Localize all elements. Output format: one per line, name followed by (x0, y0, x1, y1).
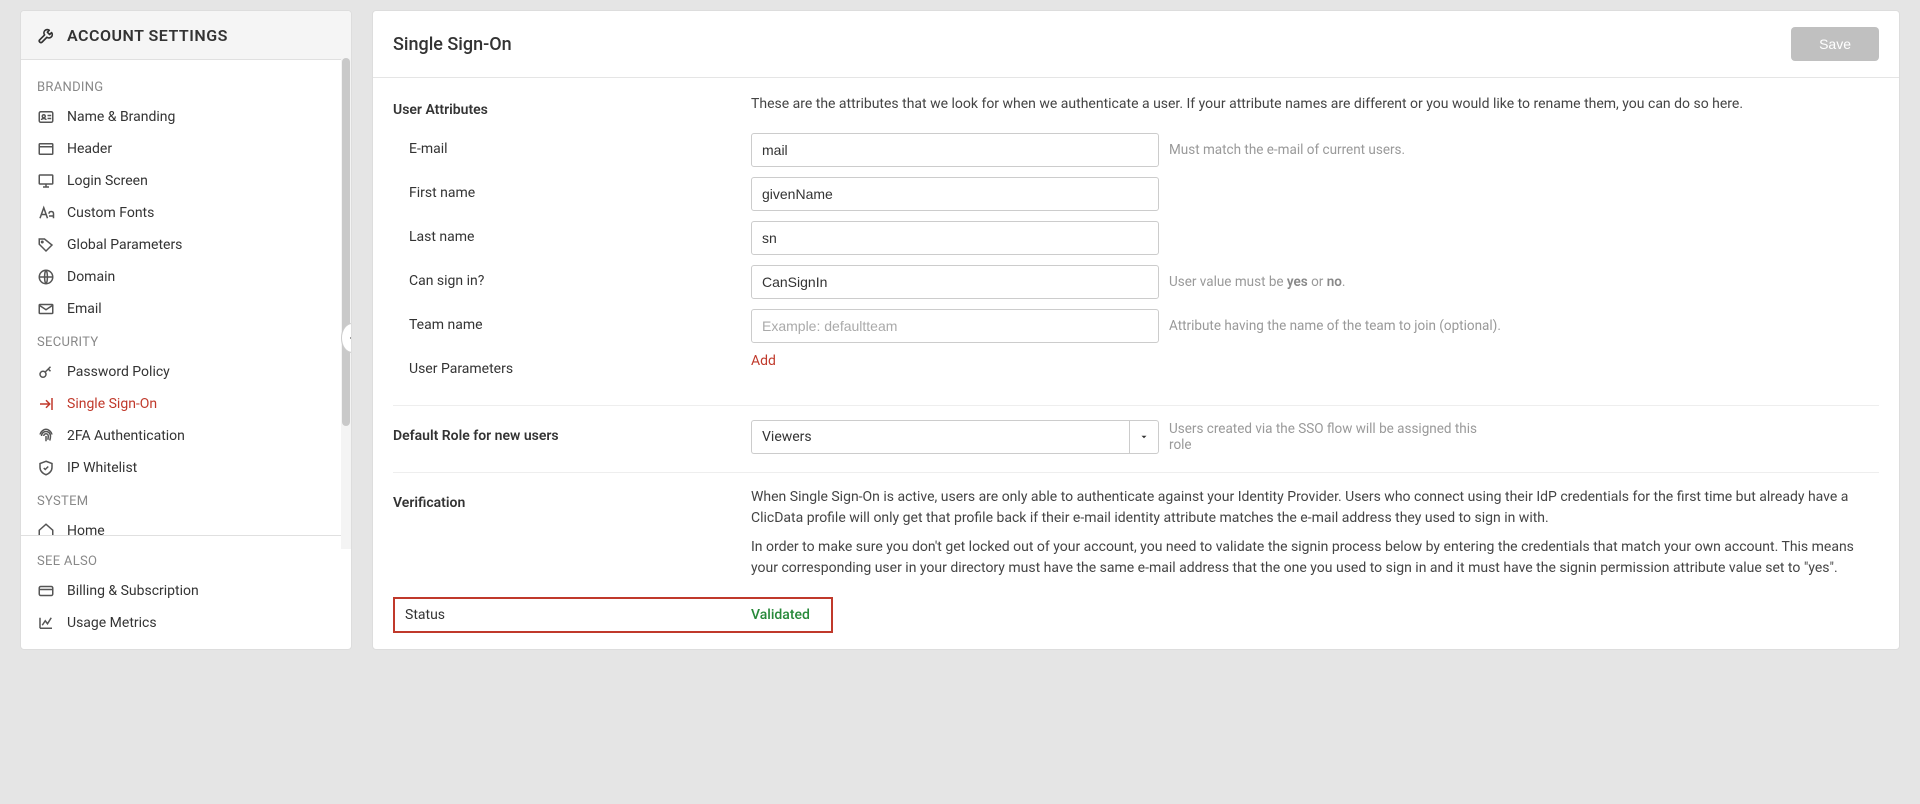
last-name-attribute-input[interactable] (751, 221, 1159, 255)
first-name-label: First name (393, 177, 751, 201)
layout-header-icon (37, 140, 55, 158)
sidebar-item-single-sign-on[interactable]: Single Sign-On (21, 388, 351, 420)
main-panel: Single Sign-On Save User Attributes Thes… (372, 10, 1900, 650)
can-sign-in-hint: User value must be yes or no. (1169, 274, 1345, 290)
group-system-label: SYSTEM (21, 484, 351, 515)
default-role-select[interactable]: Viewers (751, 420, 1159, 454)
user-parameters-label: User Parameters (393, 353, 751, 377)
team-name-hint: Attribute having the name of the team to… (1169, 318, 1501, 334)
email-label: E-mail (393, 133, 751, 157)
default-role-value: Viewers (751, 420, 1129, 454)
shield-check-icon (37, 459, 55, 477)
status-label: Status (405, 607, 751, 623)
main-header: Single Sign-On Save (373, 11, 1899, 78)
sidebar-item-global-parameters[interactable]: Global Parameters (21, 229, 351, 261)
mail-icon (37, 300, 55, 318)
sidebar-item-label: Usage Metrics (67, 615, 157, 631)
sidebar-item-home[interactable]: Home (21, 515, 351, 535)
sidebar-body: BRANDING Name & Branding Header Login Sc… (21, 60, 351, 535)
fingerprint-icon (37, 427, 55, 445)
user-attributes-description: These are the attributes that we look fo… (751, 94, 1743, 115)
monitor-icon (37, 172, 55, 190)
status-row: Status Validated (393, 597, 833, 633)
status-value: Validated (751, 607, 810, 623)
sidebar-item-label: Email (67, 301, 102, 317)
sidebar-item-name-branding[interactable]: Name & Branding (21, 101, 351, 133)
chart-line-icon (37, 614, 55, 632)
verification-p1: When Single Sign-On is active, users are… (751, 487, 1879, 529)
save-button[interactable]: Save (1791, 27, 1879, 61)
id-card-icon (37, 108, 55, 126)
can-sign-in-label: Can sign in? (393, 265, 751, 289)
sidebar-item-custom-fonts[interactable]: Custom Fonts (21, 197, 351, 229)
credit-card-icon (37, 582, 55, 600)
group-security-label: SECURITY (21, 325, 351, 356)
login-arrow-icon (37, 395, 55, 413)
last-name-label: Last name (393, 221, 751, 245)
sidebar-item-password-policy[interactable]: Password Policy (21, 356, 351, 388)
add-user-parameter-link[interactable]: Add (751, 353, 776, 369)
sidebar-item-label: Global Parameters (67, 237, 182, 253)
email-attribute-input[interactable] (751, 133, 1159, 167)
sidebar-item-label: Home (67, 523, 105, 535)
sidebar-scrollbar[interactable] (341, 58, 351, 549)
sidebar-item-label: Billing & Subscription (67, 583, 199, 599)
wrench-icon (37, 25, 57, 45)
sidebar-item-label: Login Screen (67, 173, 148, 189)
sidebar-item-2fa[interactable]: 2FA Authentication (21, 420, 351, 452)
globe-icon (37, 268, 55, 286)
sidebar-item-label: 2FA Authentication (67, 428, 185, 444)
page-title: Single Sign-On (393, 34, 512, 55)
chevron-down-icon[interactable] (1129, 420, 1159, 454)
group-branding-label: BRANDING (21, 70, 351, 101)
sidebar-item-label: Name & Branding (67, 109, 175, 125)
sidebar: ACCOUNT SETTINGS BRANDING Name & Brandin… (20, 10, 352, 650)
sidebar-item-usage-metrics[interactable]: Usage Metrics (21, 607, 351, 639)
section-verification: Verification When Single Sign-On is acti… (393, 487, 1879, 633)
first-name-attribute-input[interactable] (751, 177, 1159, 211)
main-body: User Attributes These are the attributes… (373, 78, 1899, 649)
can-sign-in-attribute-input[interactable] (751, 265, 1159, 299)
sidebar-title: ACCOUNT SETTINGS (67, 26, 228, 45)
sidebar-item-label: Single Sign-On (67, 396, 157, 412)
user-attributes-heading: User Attributes (393, 94, 751, 118)
sidebar-item-label: Header (67, 141, 112, 157)
verification-heading: Verification (393, 487, 751, 511)
email-hint: Must match the e-mail of current users. (1169, 142, 1405, 158)
verification-p2: In order to make sure you don't get lock… (751, 537, 1879, 579)
sidebar-header: ACCOUNT SETTINGS (21, 11, 351, 60)
sidebar-footer: SEE ALSO Billing & Subscription Usage Me… (21, 535, 351, 649)
default-role-hint: Users created via the SSO flow will be a… (1169, 421, 1489, 453)
sidebar-item-label: Password Policy (67, 364, 170, 380)
key-icon (37, 363, 55, 381)
sidebar-item-header[interactable]: Header (21, 133, 351, 165)
sidebar-item-label: Domain (67, 269, 115, 285)
sidebar-item-ip-whitelist[interactable]: IP Whitelist (21, 452, 351, 484)
sidebar-item-label: IP Whitelist (67, 460, 137, 476)
home-icon (37, 522, 55, 535)
group-see-also-label: SEE ALSO (21, 544, 351, 575)
team-name-attribute-input[interactable] (751, 309, 1159, 343)
sidebar-item-domain[interactable]: Domain (21, 261, 351, 293)
sidebar-item-login-screen[interactable]: Login Screen (21, 165, 351, 197)
team-name-label: Team name (393, 309, 751, 333)
sidebar-item-label: Custom Fonts (67, 205, 154, 221)
default-role-label: Default Role for new users (393, 420, 751, 444)
section-default-role: Default Role for new users Viewers Users… (393, 420, 1879, 473)
sidebar-item-email[interactable]: Email (21, 293, 351, 325)
section-user-attributes: User Attributes These are the attributes… (393, 94, 1879, 406)
typography-icon (37, 204, 55, 222)
sidebar-item-billing[interactable]: Billing & Subscription (21, 575, 351, 607)
tag-icon (37, 236, 55, 254)
